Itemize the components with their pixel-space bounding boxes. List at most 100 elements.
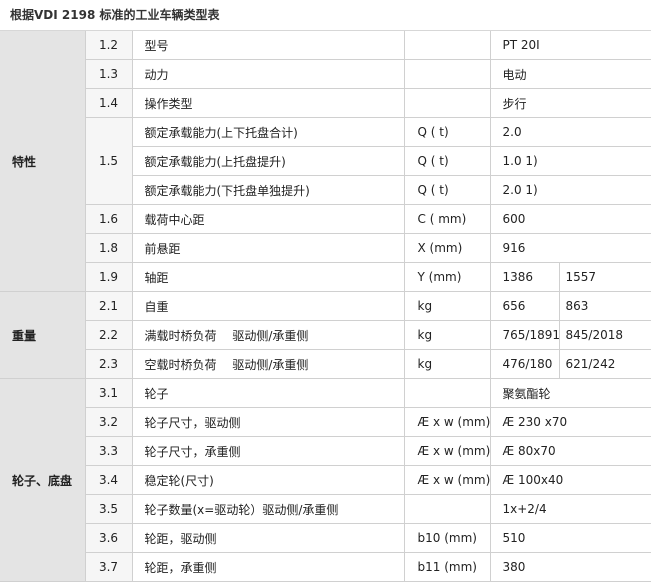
table-row: 3.4 稳定轮(尺寸) Æ x w (mm) Æ 100x40 — [0, 465, 651, 495]
row-value: Æ 230 x70 — [490, 407, 651, 437]
row-value: 1x+2/4 — [490, 494, 651, 524]
table-row: 1.4 操作类型 步行 — [0, 88, 651, 118]
row-unit: Q ( t) — [404, 175, 491, 205]
row-code: 3.2 — [85, 407, 133, 437]
category-cell-characteristics: 特性 — [0, 31, 86, 292]
row-code: 1.5 — [85, 117, 133, 205]
category-cell-wheels-chassis: 轮子、底盘 — [0, 378, 86, 582]
row-unit: Æ x w (mm) — [404, 407, 491, 437]
row-value: 600 — [490, 204, 651, 234]
row-value: 2.0 1) — [490, 175, 651, 205]
row-code: 1.8 — [85, 233, 133, 263]
table-row: 3.2 轮子尺寸，驱动侧 Æ x w (mm) Æ 230 x70 — [0, 407, 651, 437]
row-code: 2.3 — [85, 349, 133, 379]
row-unit: C ( mm) — [404, 204, 491, 234]
table-row: 3.5 轮子数量(x=驱动轮）驱动侧/承重侧 1x+2/4 — [0, 494, 651, 524]
row-value: PT 20I — [490, 31, 651, 60]
row-value: 510 — [490, 523, 651, 553]
row-param: 额定承载能力(下托盘单独提升) — [132, 175, 405, 205]
row-unit — [404, 378, 491, 408]
row-code: 2.2 — [85, 320, 133, 350]
table-row: 重量 2.1 自重 kg 656 863 — [0, 291, 651, 379]
row-value: 656 — [490, 291, 560, 321]
row-code: 3.7 — [85, 552, 133, 582]
row-code: 1.6 — [85, 204, 133, 234]
row-value: 380 — [490, 552, 651, 582]
row-unit — [404, 494, 491, 524]
row-unit — [404, 88, 491, 118]
row-param: 轴距 — [132, 262, 405, 292]
row-unit: b10 (mm) — [404, 523, 491, 553]
row-code: 3.1 — [85, 378, 133, 408]
row-code: 3.4 — [85, 465, 133, 495]
spec-table: 特性 1.2 型号 PT 20I 1.3 动力 电动 1.4 操作类型 步行 1… — [0, 31, 651, 582]
row-code: 3.3 — [85, 436, 133, 466]
row-param: 稳定轮(尺寸) — [132, 465, 405, 495]
row-code: 3.5 — [85, 494, 133, 524]
row-unit: b11 (mm) — [404, 552, 491, 582]
row-unit: Æ x w (mm) — [404, 465, 491, 495]
row-value: 聚氨酯轮 — [490, 378, 651, 408]
row-param: 轮距，承重侧 — [132, 552, 405, 582]
row-value: 步行 — [490, 88, 651, 118]
row-param: 前悬距 — [132, 233, 405, 263]
row-value-alt: 845/2018 — [559, 320, 651, 350]
row-code: 1.3 — [85, 59, 133, 89]
row-value: 765/1891 — [490, 320, 560, 350]
table-row: 2.3 空载时桥负荷 驱动侧/承重侧 kg 476/180 621/242 — [0, 349, 651, 379]
row-param: 操作类型 — [132, 88, 405, 118]
row-code: 1.9 — [85, 262, 133, 292]
row-value: 1386 — [490, 262, 560, 292]
row-value-alt: 1557 — [559, 262, 651, 292]
row-unit: kg — [404, 349, 491, 379]
table-row: 2.2 满载时桥负荷 驱动侧/承重侧 kg 765/1891 845/2018 — [0, 320, 651, 350]
row-code: 3.6 — [85, 523, 133, 553]
table-row: 特性 1.2 型号 PT 20I — [0, 31, 651, 292]
row-unit: kg — [404, 291, 491, 321]
row-unit: kg — [404, 320, 491, 350]
row-unit — [404, 59, 491, 89]
row-param: 满载时桥负荷 驱动侧/承重侧 — [132, 320, 405, 350]
row-unit: Æ x w (mm) — [404, 436, 491, 466]
table-row: 1.6 载荷中心距 C ( mm) 600 — [0, 204, 651, 234]
row-value: 电动 — [490, 59, 651, 89]
table-row: 1.3 动力 电动 — [0, 59, 651, 89]
row-unit: X (mm) — [404, 233, 491, 263]
row-code: 1.4 — [85, 88, 133, 118]
row-param: 额定承载能力(上下托盘合计) — [132, 117, 405, 147]
table-row: 3.7 轮距，承重侧 b11 (mm) 380 — [0, 552, 651, 582]
category-cell-weight: 重量 — [0, 291, 86, 379]
row-param: 轮子尺寸，驱动侧 — [132, 407, 405, 437]
row-value: Æ 100x40 — [490, 465, 651, 495]
row-param: 载荷中心距 — [132, 204, 405, 234]
table-row: 3.3 轮子尺寸，承重侧 Æ x w (mm) Æ 80x70 — [0, 436, 651, 466]
row-value-alt: 863 — [559, 291, 651, 321]
table-row: 1.9 轴距 Y (mm) 1386 1557 — [0, 262, 651, 292]
row-param: 额定承载能力(上托盘提升) — [132, 146, 405, 176]
row-code: 1.2 — [85, 31, 133, 60]
table-title: 根据VDI 2198 标准的工业车辆类型表 — [0, 0, 651, 31]
row-value: 476/180 — [490, 349, 560, 379]
row-value: 916 — [490, 233, 651, 263]
table-row: 3.6 轮距，驱动侧 b10 (mm) 510 — [0, 523, 651, 553]
row-param: 轮子尺寸，承重侧 — [132, 436, 405, 466]
row-param: 轮子数量(x=驱动轮）驱动侧/承重侧 — [132, 494, 405, 524]
row-unit: Y (mm) — [404, 262, 491, 292]
row-unit: Q ( t) — [404, 146, 491, 176]
row-param: 空载时桥负荷 驱动侧/承重侧 — [132, 349, 405, 379]
row-param: 轮子 — [132, 378, 405, 408]
row-value: 2.0 — [490, 117, 651, 147]
row-value: 1.0 1) — [490, 146, 651, 176]
row-param: 动力 — [132, 59, 405, 89]
row-param: 自重 — [132, 291, 405, 321]
row-param: 轮距，驱动侧 — [132, 523, 405, 553]
table-row: 1.8 前悬距 X (mm) 916 — [0, 233, 651, 263]
row-unit — [404, 31, 491, 60]
row-code: 2.1 — [85, 291, 133, 321]
row-value-alt: 621/242 — [559, 349, 651, 379]
row-param: 型号 — [132, 31, 405, 60]
row-value: Æ 80x70 — [490, 436, 651, 466]
table-row: 轮子、底盘 3.1 轮子 聚氨酯轮 — [0, 378, 651, 582]
table-row: 1.5 额定承载能力(上下托盘合计) Q ( t) 2.0 — [0, 117, 651, 205]
row-unit: Q ( t) — [404, 117, 491, 147]
